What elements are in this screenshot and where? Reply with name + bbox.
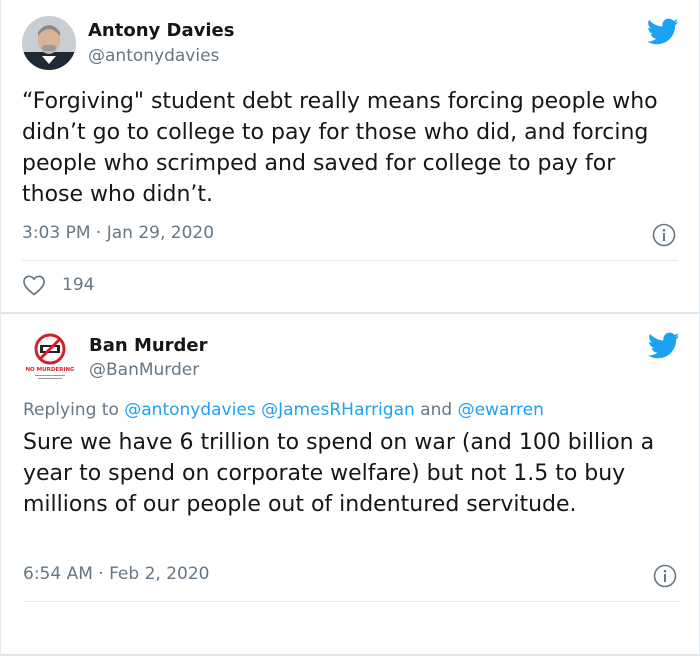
heart-icon[interactable] [22,274,46,296]
like-button[interactable]: 194 [22,274,94,296]
author-name[interactable]: Antony Davies [88,20,234,41]
tweet-text: “Forgiving" student debt really means fo… [22,89,658,207]
avatar[interactable] [22,16,76,70]
like-count: 194 [62,275,95,295]
twitter-bird-icon[interactable] [647,18,679,46]
author-handle[interactable]: @antonydavies [88,46,219,66]
tweet-timestamp[interactable]: 3:03 PM · Jan 29, 2020 [22,223,214,243]
tweet-card-ban-murder[interactable] [0,313,700,655]
divider [22,260,678,261]
info-icon[interactable] [652,223,676,247]
